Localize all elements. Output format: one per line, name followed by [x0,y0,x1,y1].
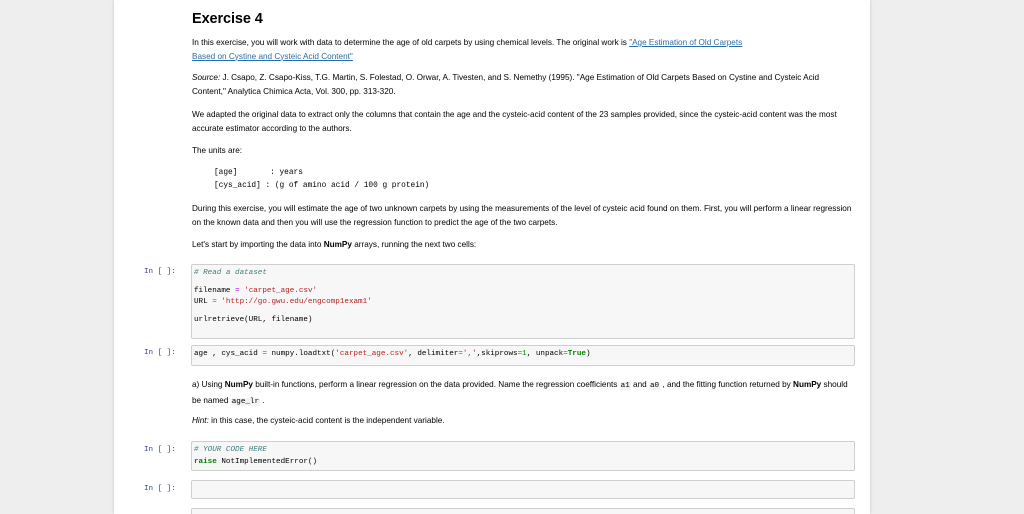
code-line: URL = 'http://go.gwu.edu/engcomp1exam1' [194,298,372,306]
units-line-age: [age] : years [214,169,303,177]
numpy-bold: NumPy [323,240,352,249]
inline-code-a1: a1 [619,382,631,390]
units-line-cys-acid: [cys_acid] : (g of amino acid / 100 g pr… [214,182,430,190]
code-line: urlretrieve(URL, filename) [194,315,313,324]
inline-code-age-lr: age_lr [230,397,261,406]
adapted-paragraph: We adapted the original data to extract … [192,110,837,133]
cell-prompt-2: In [ ]: [144,349,176,357]
start-paragraph: Let's start by importing the data into N… [192,240,477,249]
exercise-title: Exercise 4 [192,11,263,27]
hint-paragraph: Hint: in this case, the cysteic-acid con… [192,416,445,425]
notebook-page: Exercise 4 In this exercise, you will wo… [114,0,870,514]
intro-paragraph: In this exercise, you will work with dat… [192,36,852,63]
code-cell-your-code[interactable]: # YOUR CODE HERE raise NotImplementedErr… [191,441,855,471]
task-a-paragraph: a) Using NumPy built-in functions, perfo… [192,380,848,406]
code-cell-loadtxt[interactable]: age , cys_acid = numpy.loadtxt('carpet_a… [191,345,855,366]
code-cell-read-dataset[interactable]: # Read a dataset filename = 'carpet_age.… [191,264,855,339]
units-label: The units are: [192,146,243,155]
cell-prompt-4: In [ ]: [144,485,176,493]
code-line: age , cys_acid = numpy.loadtxt('carpet_a… [194,350,591,358]
code-line: raise NotImplementedError() [194,457,318,466]
during-paragraph: During this exercise, you will estimate … [192,204,852,227]
cell-prompt-1: In [ ]: [144,268,176,276]
inline-code-a0: a0 [649,382,661,390]
code-line: # YOUR CODE HERE [194,446,267,454]
source-paragraph: Source: J. Csapo, Z. Csapo-Kiss, T.G. Ma… [192,71,852,98]
code-cell-next[interactable] [191,508,855,514]
cell-prompt-3: In [ ]: [144,446,176,454]
hint-label: Hint: [192,416,209,425]
code-line: # Read a dataset [194,269,267,277]
intro-text: In this exercise, you will work with dat… [192,38,630,47]
code-line: filename = 'carpet_age.csv' [194,286,318,295]
code-cell-empty[interactable] [191,480,855,499]
source-text: J. Csapo, Z. Csapo-Kiss, T.G. Martin, S.… [192,73,820,96]
source-label: Source: [192,73,221,82]
